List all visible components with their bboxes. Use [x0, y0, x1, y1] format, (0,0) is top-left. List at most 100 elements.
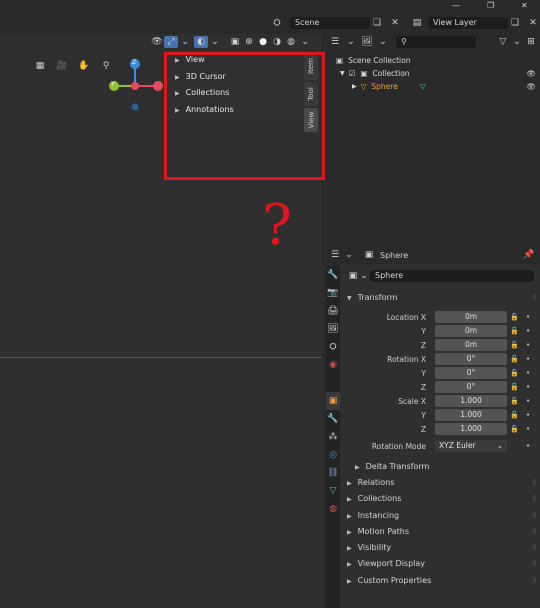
orientation-gizmo[interactable]: Z Y	[108, 56, 168, 112]
grip-icon[interactable]: ⠿	[532, 491, 537, 507]
modifier-tab-icon[interactable]: 🔧	[326, 410, 340, 428]
world-tab-icon[interactable]: ◉	[326, 356, 340, 374]
gizmo-toggle-icon[interactable]: ⤢	[164, 36, 178, 48]
location-x-field[interactable]: 0m	[435, 311, 507, 323]
location-y-field[interactable]: 0m	[435, 325, 507, 337]
delta-transform-subpanel[interactable]: ▶ Delta Transform	[348, 459, 540, 475]
outliner-row-collection[interactable]: ▼ ☑ ▣ Collection 👁	[340, 67, 538, 80]
object-name-field[interactable]: Sphere	[370, 270, 534, 282]
transform-panel-header[interactable]: ▼ Transform ⠿	[340, 290, 540, 306]
scene-selector[interactable]: ⛭ Scene ❏ ✕	[270, 17, 402, 29]
chevron-down-icon[interactable]: ⌄	[342, 249, 356, 261]
custom-properties-panel-header[interactable]: ▶ Custom Properties ⠿	[340, 573, 540, 589]
editor-type-icon[interactable]: ☰	[328, 249, 342, 261]
camera-icon[interactable]: 🎥	[55, 60, 69, 72]
hand-pan-icon[interactable]: ✋	[77, 60, 91, 72]
expand-icon[interactable]: ▼	[340, 67, 345, 80]
rotation-z-field[interactable]: 0°	[435, 381, 507, 393]
keyframe-dot-icon[interactable]: •	[526, 395, 530, 408]
motion-paths-panel-header[interactable]: ▶ Motion Paths ⠿	[340, 524, 540, 540]
chevron-down-icon[interactable]: ⌄	[344, 36, 358, 48]
keyframe-dot-icon[interactable]: •	[526, 325, 530, 338]
xray-toggle-icon[interactable]: ▣	[228, 36, 242, 48]
outliner-row-scene-collection[interactable]: ▣ Scene Collection	[336, 54, 410, 67]
lock-icon[interactable]: 🔓	[510, 339, 519, 352]
keyframe-dot-icon[interactable]: •	[526, 353, 530, 366]
visibility-eye-icon[interactable]: 👁	[526, 67, 536, 80]
lock-icon[interactable]: 🔓	[510, 409, 519, 422]
filter-icon[interactable]: ▽	[496, 36, 510, 48]
relations-panel-header[interactable]: ▶ Relations ⠿	[340, 475, 540, 491]
render-tab-icon[interactable]: 📷	[326, 284, 340, 302]
grip-icon[interactable]: ⠿	[532, 524, 537, 540]
viewlayer-field[interactable]: View Layer	[428, 17, 508, 29]
rotation-y-field[interactable]: 0°	[435, 367, 507, 379]
keyframe-dot-icon[interactable]: •	[526, 409, 530, 422]
visibility-icon[interactable]: 👁	[150, 36, 164, 48]
rendered-shading-icon[interactable]: ◍	[284, 36, 298, 48]
data-tab-icon[interactable]: ▽	[326, 482, 340, 500]
rotation-x-field[interactable]: 0°	[435, 353, 507, 365]
grip-icon[interactable]: ⠿	[532, 290, 537, 306]
output-tab-icon[interactable]: 🖨	[326, 302, 340, 320]
pin-icon[interactable]: 📌	[522, 249, 536, 261]
solid-shading-icon[interactable]: ●	[256, 36, 270, 48]
lock-icon[interactable]: 🔓	[510, 367, 519, 380]
lock-icon[interactable]: 🔓	[510, 325, 519, 338]
view-layer-tab-icon[interactable]: 🖼	[326, 320, 340, 338]
instancing-panel-header[interactable]: ▶ Instancing ⠿	[340, 508, 540, 524]
tool-tab-icon[interactable]: 🔧	[326, 266, 340, 284]
lock-icon[interactable]: 🔓	[510, 311, 519, 324]
lock-icon[interactable]: 🔓	[510, 381, 519, 394]
keyframe-dot-icon[interactable]: •	[526, 423, 530, 436]
chevron-down-icon[interactable]: ⌄	[360, 270, 368, 282]
lock-icon[interactable]: 🔓	[510, 423, 519, 436]
delete-viewlayer-icon[interactable]: ✕	[526, 17, 540, 29]
chevron-down-icon[interactable]: ⌄	[298, 36, 312, 48]
chevron-down-icon[interactable]: ⌄	[376, 36, 390, 48]
grip-icon[interactable]: ⠿	[532, 540, 537, 556]
delete-scene-icon[interactable]: ✕	[388, 17, 402, 29]
grid-icon[interactable]: ▦	[33, 60, 47, 72]
checkbox-icon[interactable]: ☑	[349, 67, 356, 80]
chevron-down-icon[interactable]: ⌄	[208, 36, 222, 48]
viewport-display-panel-header[interactable]: ▶ Viewport Display ⠿	[340, 556, 540, 572]
keyframe-dot-icon[interactable]: •	[526, 311, 530, 324]
keyframe-dot-icon[interactable]: •	[526, 339, 530, 352]
scale-y-field[interactable]: 1.000	[435, 409, 507, 421]
viewlayer-selector[interactable]: ▤ View Layer ❏ ✕	[410, 17, 540, 29]
outliner-search-input[interactable]: ⚲	[396, 36, 476, 48]
keyframe-dot-icon[interactable]: •	[526, 367, 530, 380]
close-button[interactable]: ✕	[521, 1, 528, 10]
location-z-field[interactable]: 0m	[435, 339, 507, 351]
material-shading-icon[interactable]: ◑	[270, 36, 284, 48]
particles-tab-icon[interactable]: ⁂	[326, 428, 340, 446]
rotation-mode-select[interactable]: XYZ Euler ⌄	[435, 440, 507, 452]
scale-x-field[interactable]: 1.000	[435, 395, 507, 407]
physics-tab-icon[interactable]: ◎	[326, 446, 340, 464]
new-collection-icon[interactable]: ⊞	[524, 36, 538, 48]
expand-icon[interactable]: ▶	[352, 80, 357, 93]
lock-icon[interactable]: 🔓	[510, 395, 519, 408]
visibility-panel-header[interactable]: ▶ Visibility ⠿	[340, 540, 540, 556]
object-tab-icon[interactable]: ▣	[326, 392, 340, 410]
grip-icon[interactable]: ⠿	[532, 573, 537, 589]
scene-field[interactable]: Scene	[290, 17, 370, 29]
keyframe-dot-icon[interactable]: •	[526, 381, 530, 394]
restore-button[interactable]: ❐	[487, 1, 494, 10]
grip-icon[interactable]: ⠿	[532, 508, 537, 524]
chevron-down-icon[interactable]: ⌄	[510, 36, 524, 48]
copy-viewlayer-icon[interactable]: ❏	[508, 17, 522, 29]
minimize-button[interactable]: —	[452, 1, 460, 10]
constraints-tab-icon[interactable]: ⛓	[326, 464, 340, 482]
wireframe-shading-icon[interactable]: ⊕	[242, 36, 256, 48]
overlay-toggle-icon[interactable]: ◐	[194, 36, 208, 48]
visibility-eye-icon[interactable]: 👁	[526, 80, 536, 93]
scale-z-field[interactable]: 1.000	[435, 423, 507, 435]
outliner-row-sphere[interactable]: ▶ ▽ Sphere ▽ 👁	[352, 80, 538, 93]
display-mode-icon[interactable]: 🖼	[360, 36, 374, 48]
editor-type-icon[interactable]: ☰	[328, 36, 342, 48]
grip-icon[interactable]: ⠿	[532, 475, 537, 491]
collections-panel-header[interactable]: ▶ Collections ⠿	[340, 491, 540, 507]
lock-icon[interactable]: 🔓	[510, 353, 519, 366]
